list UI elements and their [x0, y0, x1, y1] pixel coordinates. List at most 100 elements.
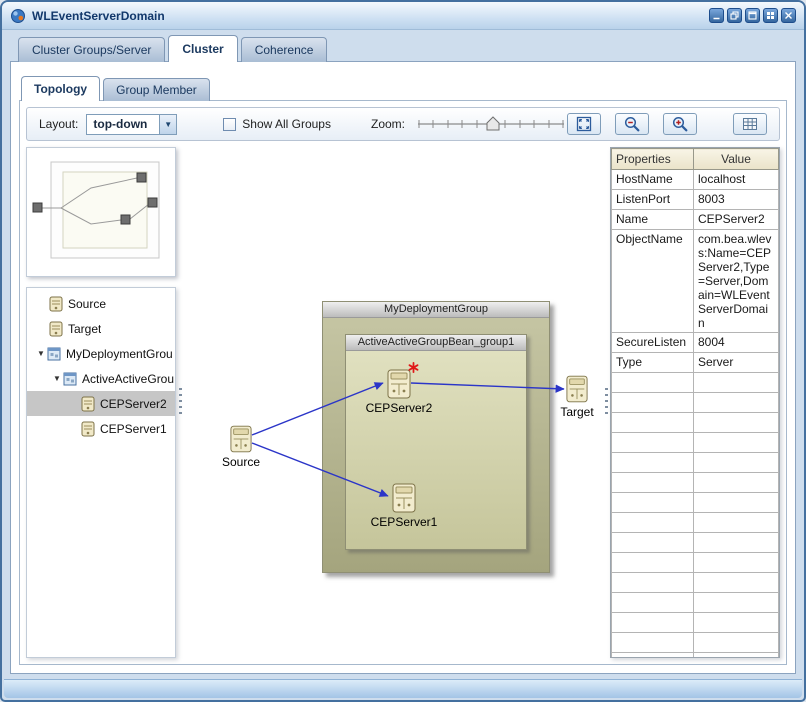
window-titlebar[interactable]: WLEventServerDomain [2, 2, 804, 30]
table-row[interactable] [611, 572, 779, 593]
property-value-cell [693, 472, 779, 493]
property-name-cell [611, 652, 694, 657]
minimize-button[interactable] [709, 8, 724, 23]
zoom-in-button[interactable] [663, 113, 697, 135]
properties-column-header[interactable]: Properties [611, 148, 694, 170]
zoom-slider-track [418, 116, 564, 131]
left-splitter[interactable] [176, 147, 184, 658]
server-icon [49, 321, 63, 337]
tree-item-mydeploymentgroup[interactable]: ▼ MyDeploymentGrou [27, 341, 175, 366]
zoom-slider[interactable] [415, 114, 567, 134]
content-panel: Topology Group Member Layout: top-down ▼… [10, 61, 796, 674]
property-name-cell: Type [611, 352, 694, 373]
table-row[interactable] [611, 512, 779, 533]
grid-icon [743, 118, 757, 130]
property-name-cell [611, 612, 694, 633]
node-target[interactable]: Target [553, 375, 601, 419]
restore-button[interactable] [727, 8, 742, 23]
table-row[interactable] [611, 552, 779, 573]
expand-arrow-icon[interactable]: ▼ [51, 374, 63, 383]
splitter-grip [604, 387, 608, 418]
node-source[interactable]: Source [217, 425, 265, 469]
table-row[interactable]: ListenPort 8003 [611, 189, 779, 210]
property-value-cell [693, 392, 779, 413]
topology-canvas[interactable]: MyDeploymentGroup ActiveActiveGroupBean_… [184, 147, 602, 658]
table-row[interactable] [611, 372, 779, 393]
table-row[interactable]: ObjectName com.bea.wlevs:Name=CEPServer2,… [611, 229, 779, 333]
close-button[interactable] [781, 8, 796, 23]
property-value-cell [693, 632, 779, 653]
tree-item-source[interactable]: Source [27, 291, 175, 316]
property-name-cell: Name [611, 209, 694, 230]
table-row[interactable] [611, 592, 779, 613]
property-name-cell [611, 412, 694, 433]
tree-item-cepserver2[interactable]: CEPServer2 [27, 391, 175, 416]
show-all-groups-checkbox[interactable] [223, 117, 237, 131]
node-label: CEPServer2 [365, 401, 433, 415]
zoom-slider-thumb [486, 116, 500, 131]
node-cepserver2[interactable]: CEPServer2 [359, 362, 439, 415]
property-value-cell [693, 552, 779, 573]
window-controls [709, 8, 796, 23]
minimap-diagram [32, 161, 160, 259]
window-title: WLEventServerDomain [32, 8, 165, 23]
table-row[interactable] [611, 532, 779, 553]
tree-item-activeactivegroup[interactable]: ▼ ActiveActiveGrou [27, 366, 175, 391]
tab-topology[interactable]: Topology [21, 76, 101, 101]
tile-button[interactable] [763, 8, 778, 23]
table-row[interactable]: Name CEPServer2 [611, 209, 779, 230]
right-splitter[interactable] [602, 147, 610, 658]
table-row[interactable] [611, 412, 779, 433]
chevron-down-icon: ▼ [159, 114, 177, 134]
table-row[interactable]: SecureListen 8004 [611, 332, 779, 353]
server-icon [230, 425, 252, 453]
table-row[interactable]: HostName localhost [611, 169, 779, 190]
tab-cluster-groups-server[interactable]: Cluster Groups/Server [18, 37, 166, 62]
table-row[interactable] [611, 472, 779, 493]
tree-item-target[interactable]: Target [27, 316, 175, 341]
main-row: Source Target ▼ MyDeploymentGrou ▼ Activ… [26, 147, 780, 658]
property-name-cell [611, 372, 694, 393]
tree-item-label: Target [68, 321, 102, 336]
table-row[interactable] [611, 652, 779, 657]
expand-arrow-icon[interactable]: ▼ [35, 349, 47, 358]
zoom-out-button[interactable] [615, 113, 649, 135]
fit-to-window-button[interactable] [567, 113, 601, 135]
value-column-header[interactable]: Value [693, 148, 779, 170]
splitter-grip [178, 387, 182, 418]
tree-item-cepserver1[interactable]: CEPServer1 [27, 416, 175, 441]
alert-asterisk-icon [408, 362, 419, 373]
table-row[interactable] [611, 432, 779, 453]
property-value-cell [693, 652, 779, 657]
app-icon [10, 8, 26, 24]
properties-table-body: HostName localhost ListenPort 8003 Name CEPSe… [611, 169, 779, 657]
property-name-cell [611, 392, 694, 413]
property-name-cell [611, 572, 694, 593]
tab-cluster[interactable]: Cluster [168, 35, 238, 62]
property-value-cell [693, 452, 779, 473]
left-column: Source Target ▼ MyDeploymentGrou ▼ Activ… [26, 147, 176, 658]
overview-minimap[interactable] [26, 147, 176, 277]
property-value-cell [693, 492, 779, 513]
active-active-group-title: ActiveActiveGroupBean_group1 [346, 335, 526, 351]
active-active-group-box[interactable]: ActiveActiveGroupBean_group1 CEPServer2 … [345, 334, 527, 550]
tab-group-member[interactable]: Group Member [103, 78, 210, 101]
magnifier-plus-icon [672, 116, 688, 132]
table-row[interactable] [611, 492, 779, 513]
table-row[interactable] [611, 392, 779, 413]
table-row[interactable] [611, 632, 779, 653]
properties-table: Properties Value HostName localhost Listen… [611, 148, 779, 657]
deployment-group-box[interactable]: MyDeploymentGroup ActiveActiveGroupBean_… [322, 301, 550, 573]
layout-dropdown[interactable]: top-down ▼ [86, 113, 178, 135]
property-value-cell [693, 512, 779, 533]
node-cepserver1[interactable]: CEPServer1 [364, 483, 444, 529]
table-row[interactable] [611, 452, 779, 473]
tab-coherence[interactable]: Coherence [240, 37, 328, 62]
table-row[interactable]: Type Server [611, 352, 779, 373]
maximize-icon [748, 11, 757, 20]
table-row[interactable] [611, 612, 779, 633]
grid-view-button[interactable] [733, 113, 767, 135]
maximize-button[interactable] [745, 8, 760, 23]
tree-item-label: CEPServer2 [100, 396, 167, 411]
group-icon [47, 347, 61, 361]
